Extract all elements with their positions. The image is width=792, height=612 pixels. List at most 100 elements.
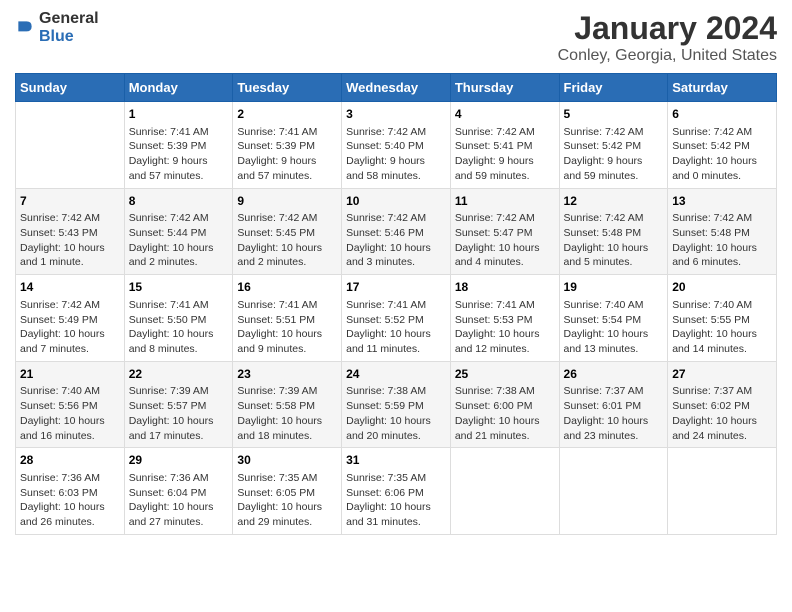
day-number: 8 [129,193,229,210]
day-number: 27 [672,366,772,383]
main-title: January 2024 [558,10,777,47]
header-row: SundayMondayTuesdayWednesdayThursdayFrid… [16,74,777,102]
day-number: 7 [20,193,120,210]
day-number: 15 [129,279,229,296]
day-info: Sunrise: 7:42 AM Sunset: 5:43 PM Dayligh… [20,211,120,270]
day-number: 25 [455,366,555,383]
day-number: 20 [672,279,772,296]
calendar-cell: 1 Sunrise: 7:41 AM Sunset: 5:39 PM Daylig… [124,102,233,189]
day-info: Sunrise: 7:41 AM Sunset: 5:39 PM Dayligh… [129,125,229,184]
logo-blue: Blue [39,28,74,45]
calendar-cell: 31 Sunrise: 7:35 AM Sunset: 6:06 PM Dayli… [342,448,451,535]
day-number: 24 [346,366,446,383]
day-info: Sunrise: 7:37 AM Sunset: 6:02 PM Dayligh… [672,384,772,443]
logo: General Blue [15,10,99,46]
day-info: Sunrise: 7:38 AM Sunset: 6:00 PM Dayligh… [455,384,555,443]
day-info: Sunrise: 7:42 AM Sunset: 5:48 PM Dayligh… [672,211,772,270]
day-number: 13 [672,193,772,210]
day-info: Sunrise: 7:42 AM Sunset: 5:49 PM Dayligh… [20,298,120,357]
day-info: Sunrise: 7:42 AM Sunset: 5:45 PM Dayligh… [237,211,337,270]
header-cell-tuesday: Tuesday [233,74,342,102]
day-number: 29 [129,452,229,469]
calendar-cell: 2Sunrise: 7:41 AM Sunset: 5:39 PM Daylig… [233,102,342,189]
week-row-1: 7Sunrise: 7:42 AM Sunset: 5:43 PM Daylig… [16,188,777,275]
header-cell-thursday: Thursday [450,74,559,102]
day-number: 23 [237,366,337,383]
header-cell-sunday: Sunday [16,74,125,102]
calendar-cell: 17 Sunrise: 7:41 AM Sunset: 5:52 PM Dayli… [342,275,451,362]
day-number: 26 [564,366,664,383]
day-number: 22 [129,366,229,383]
header: General Blue January 2024 Conley, Georgi… [15,10,777,65]
day-info: Sunrise: 7:41 AM Sunset: 5:53 PM Dayligh… [455,298,555,357]
header-cell-wednesday: Wednesday [342,74,451,102]
day-number: 18 [455,279,555,296]
calendar-cell [16,102,125,189]
day-info: Sunrise: 7:41 AM Sunset: 5:50 PM Dayligh… [129,298,229,357]
calendar-cell: 12Sunrise: 7:42 AM Sunset: 5:48 PM Dayli… [559,188,668,275]
day-number: 16 [237,279,337,296]
day-info: Sunrise: 7:42 AM Sunset: 5:46 PM Dayligh… [346,211,446,270]
day-info: Sunrise: 7:41 AM Sunset: 5:39 PM Dayligh… [237,125,337,184]
logo-general: General [39,10,99,27]
title-section: January 2024 Conley, Georgia, United Sta… [558,10,777,65]
calendar-cell: 9Sunrise: 7:42 AM Sunset: 5:45 PM Daylig… [233,188,342,275]
calendar-cell: 30 Sunrise: 7:35 AM Sunset: 6:05 PM Dayli… [233,448,342,535]
calendar-cell: 13Sunrise: 7:42 AM Sunset: 5:48 PM Dayli… [668,188,777,275]
calendar-cell: 16 Sunrise: 7:41 AM Sunset: 5:51 PM Dayli… [233,275,342,362]
subtitle: Conley, Georgia, United States [558,47,777,65]
calendar-table: SundayMondayTuesdayWednesdayThursdayFrid… [15,73,777,535]
calendar-cell: 25Sunrise: 7:38 AM Sunset: 6:00 PM Dayli… [450,361,559,448]
header-cell-saturday: Saturday [668,74,777,102]
day-info: Sunrise: 7:42 AM Sunset: 5:44 PM Dayligh… [129,211,229,270]
calendar-cell: 4Sunrise: 7:42 AM Sunset: 5:41 PM Daylig… [450,102,559,189]
day-number: 1 [129,106,229,123]
week-row-0: 1 Sunrise: 7:41 AM Sunset: 5:39 PM Daylig… [16,102,777,189]
calendar-cell: 28 Sunrise: 7:36 AM Sunset: 6:03 PM Dayli… [16,448,125,535]
calendar-cell: 15 Sunrise: 7:41 AM Sunset: 5:50 PM Dayli… [124,275,233,362]
calendar-cell: 11Sunrise: 7:42 AM Sunset: 5:47 PM Dayli… [450,188,559,275]
day-info: Sunrise: 7:35 AM Sunset: 6:06 PM Dayligh… [346,471,446,530]
calendar-cell: 26Sunrise: 7:37 AM Sunset: 6:01 PM Dayli… [559,361,668,448]
day-info: Sunrise: 7:38 AM Sunset: 5:59 PM Dayligh… [346,384,446,443]
calendar-cell: 21Sunrise: 7:40 AM Sunset: 5:56 PM Dayli… [16,361,125,448]
day-number: 30 [237,452,337,469]
day-number: 14 [20,279,120,296]
day-info: Sunrise: 7:36 AM Sunset: 6:04 PM Dayligh… [129,471,229,530]
calendar-cell: 3Sunrise: 7:42 AM Sunset: 5:40 PM Daylig… [342,102,451,189]
calendar-cell: 22Sunrise: 7:39 AM Sunset: 5:57 PM Dayli… [124,361,233,448]
calendar-cell: 19Sunrise: 7:40 AM Sunset: 5:54 PM Dayli… [559,275,668,362]
day-number: 28 [20,452,120,469]
logo-text: General Blue [39,10,99,46]
day-number: 19 [564,279,664,296]
day-info: Sunrise: 7:40 AM Sunset: 5:55 PM Dayligh… [672,298,772,357]
day-number: 6 [672,106,772,123]
day-info: Sunrise: 7:35 AM Sunset: 6:05 PM Dayligh… [237,471,337,530]
day-info: Sunrise: 7:42 AM Sunset: 5:47 PM Dayligh… [455,211,555,270]
day-info: Sunrise: 7:41 AM Sunset: 5:52 PM Dayligh… [346,298,446,357]
calendar-cell: 20 Sunrise: 7:40 AM Sunset: 5:55 PM Dayli… [668,275,777,362]
header-cell-friday: Friday [559,74,668,102]
day-info: Sunrise: 7:42 AM Sunset: 5:41 PM Dayligh… [455,125,555,184]
calendar-cell: 29 Sunrise: 7:36 AM Sunset: 6:04 PM Dayli… [124,448,233,535]
day-number: 9 [237,193,337,210]
day-info: Sunrise: 7:40 AM Sunset: 5:56 PM Dayligh… [20,384,120,443]
day-number: 10 [346,193,446,210]
day-number: 17 [346,279,446,296]
day-info: Sunrise: 7:36 AM Sunset: 6:03 PM Dayligh… [20,471,120,530]
day-info: Sunrise: 7:42 AM Sunset: 5:42 PM Dayligh… [564,125,664,184]
day-info: Sunrise: 7:39 AM Sunset: 5:58 PM Dayligh… [237,384,337,443]
week-row-4: 28 Sunrise: 7:36 AM Sunset: 6:03 PM Dayli… [16,448,777,535]
calendar-cell: 18 Sunrise: 7:41 AM Sunset: 5:53 PM Dayli… [450,275,559,362]
calendar-cell: 10Sunrise: 7:42 AM Sunset: 5:46 PM Dayli… [342,188,451,275]
calendar-body: 1 Sunrise: 7:41 AM Sunset: 5:39 PM Daylig… [16,102,777,535]
day-info: Sunrise: 7:37 AM Sunset: 6:01 PM Dayligh… [564,384,664,443]
week-row-3: 21Sunrise: 7:40 AM Sunset: 5:56 PM Dayli… [16,361,777,448]
day-info: Sunrise: 7:41 AM Sunset: 5:51 PM Dayligh… [237,298,337,357]
day-number: 31 [346,452,446,469]
calendar-cell: 8Sunrise: 7:42 AM Sunset: 5:44 PM Daylig… [124,188,233,275]
day-number: 12 [564,193,664,210]
calendar-cell: 6Sunrise: 7:42 AM Sunset: 5:42 PM Daylig… [668,102,777,189]
calendar-cell [559,448,668,535]
logo-icon [15,18,35,38]
